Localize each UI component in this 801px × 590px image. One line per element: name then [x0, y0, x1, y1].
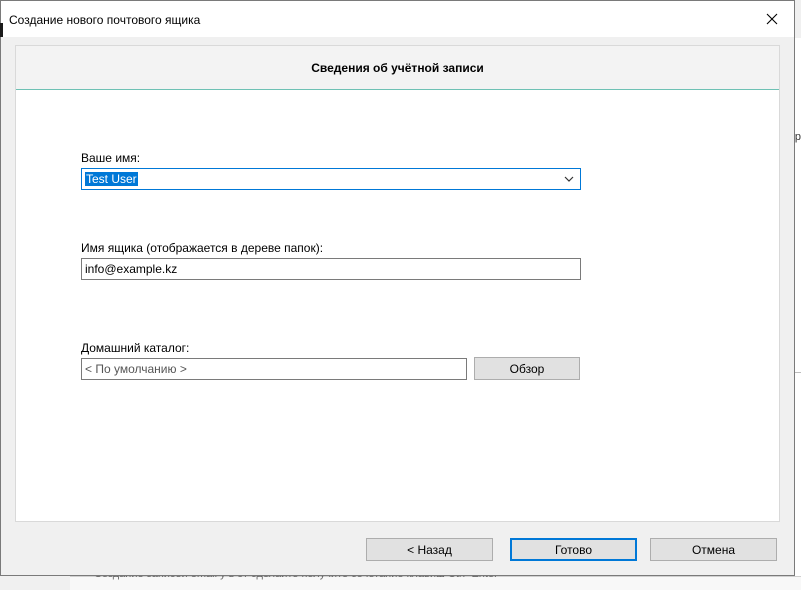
window-title: Создание нового почтового ящика	[9, 13, 201, 27]
back-button-label: < Назад	[407, 542, 452, 557]
home-directory-label: Домашний каталог:	[81, 341, 190, 355]
chevron-down-icon[interactable]	[564, 175, 574, 183]
name-combobox[interactable]: Test User	[81, 168, 581, 190]
finish-button-label: Готово	[554, 542, 593, 557]
panel-header-title: Сведения об учётной записи	[311, 60, 484, 75]
panel-header: Сведения об учётной записи	[16, 46, 779, 90]
browse-button[interactable]: Обзор	[474, 357, 580, 380]
finish-button[interactable]: Готово	[510, 538, 637, 561]
home-directory-input[interactable]: < По умолчанию >	[81, 358, 467, 380]
back-button[interactable]: < Назад	[366, 538, 493, 561]
mailbox-name-label: Имя ящика (отображается в дереве папок):	[81, 241, 324, 255]
browse-button-label: Обзор	[509, 361, 545, 376]
window-edge-mark	[0, 23, 3, 37]
close-icon	[766, 13, 777, 25]
name-label: Ваше имя:	[81, 151, 141, 165]
title-bar[interactable]: Создание нового почтового ящика	[1, 1, 794, 37]
cancel-button[interactable]: Отмена	[650, 538, 777, 561]
mailbox-name-input[interactable]: info@example.kz	[81, 258, 581, 280]
name-value: Test User	[85, 172, 138, 186]
mailbox-name-value: info@example.kz	[85, 262, 178, 276]
cancel-button-label: Отмена	[691, 542, 736, 557]
dialog-window: Создание нового почтового ящика Сведения…	[0, 0, 795, 576]
account-details-panel: Сведения об учётной записи	[15, 45, 780, 522]
close-button[interactable]	[749, 1, 794, 37]
home-directory-value: < По умолчанию >	[85, 362, 187, 376]
